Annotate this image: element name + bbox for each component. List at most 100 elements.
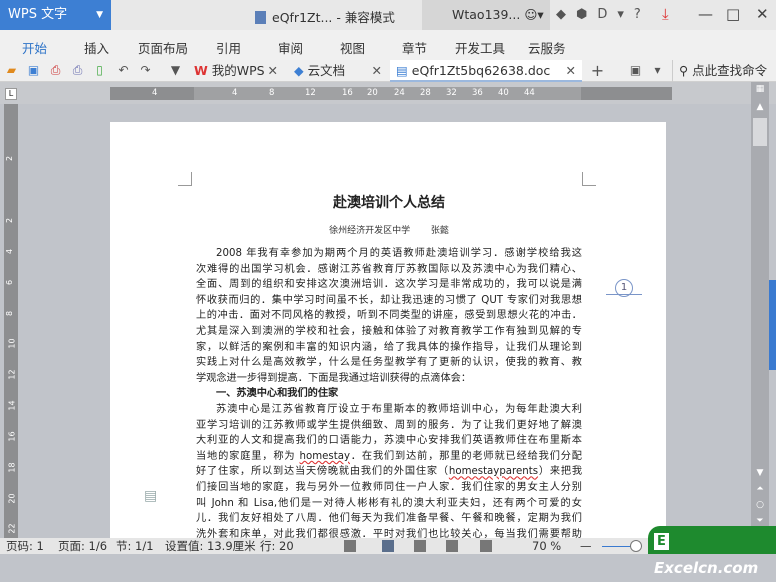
ruler-tick: 32 bbox=[446, 88, 457, 98]
cube-icon: ◆ bbox=[294, 63, 304, 78]
help-icon[interactable]: ? bbox=[634, 7, 651, 22]
zoom-slider-handle[interactable] bbox=[630, 540, 642, 552]
tab-list-icon[interactable]: ▾ bbox=[650, 63, 665, 78]
ruler-tick: 22 bbox=[7, 523, 17, 534]
app-name: WPS 文字 bbox=[8, 7, 68, 22]
zoom-level[interactable]: 70 % bbox=[532, 538, 561, 554]
tab-my-wps[interactable]: W 我的WPS ✕ bbox=[188, 60, 284, 82]
ruler-tick: 36 bbox=[472, 88, 483, 98]
menu-cloud[interactable]: 云服务 bbox=[528, 38, 566, 57]
scroll-up-icon[interactable]: ▲ bbox=[751, 102, 769, 112]
save-icon[interactable]: ▣ bbox=[26, 63, 41, 78]
chevron-down-icon: ▼ bbox=[96, 10, 103, 20]
download-icon[interactable]: ⤓ bbox=[662, 5, 669, 23]
select-browse-icon[interactable]: ○ bbox=[751, 500, 769, 510]
page-view-icon[interactable] bbox=[382, 540, 394, 552]
ribbon-menu: 开始 插入 页面布局 引用 审阅 视图 章节 开发工具 云服务 bbox=[0, 30, 776, 60]
settings-icon[interactable]: ⬢ bbox=[576, 7, 597, 22]
user-name: Wtao139... bbox=[452, 7, 521, 22]
feedback-icon[interactable]: D▾ bbox=[597, 7, 634, 22]
undo-icon[interactable]: ↶ bbox=[116, 63, 131, 78]
menu-review[interactable]: 审阅 bbox=[278, 38, 303, 57]
menu-page-layout[interactable]: 页面布局 bbox=[138, 38, 188, 57]
text-line: 家，以鲜活的案例和丰富的知识内涵，给了我具体的操作指导，让我们从理论到 bbox=[196, 341, 582, 353]
outline-view-icon[interactable] bbox=[414, 540, 426, 552]
ruler-tick: 40 bbox=[498, 88, 509, 98]
zoom-out-icon[interactable]: — bbox=[580, 538, 592, 554]
tab-label: eQfr1Zt5bq62638.doc bbox=[411, 63, 551, 78]
corner-mark bbox=[582, 172, 596, 186]
export-pdf-icon[interactable]: ⎙ bbox=[48, 63, 63, 78]
vertical-ruler[interactable]: 2 2 4 6 8 10 12 14 16 18 20 22 bbox=[4, 104, 18, 538]
prev-page-icon[interactable]: ⏶ bbox=[751, 484, 769, 494]
close-button[interactable]: ✕ bbox=[756, 5, 769, 23]
status-row: 行: 20 bbox=[260, 539, 294, 553]
ruler-tick: 44 bbox=[524, 88, 535, 98]
eye-protect-icon[interactable] bbox=[480, 540, 492, 552]
redo-icon[interactable]: ↷ bbox=[138, 63, 153, 78]
print-icon[interactable]: ⎙ bbox=[70, 63, 85, 78]
text-line: 怀收获而归的．集中学习时间虽不长，却让我迅速的习惯了 QUT 专家们对我思想 bbox=[196, 294, 582, 306]
title-bar: WPS 文字 ▼ eQfr1Zt... - 兼容模式 Wtao139... ☺▾ … bbox=[0, 0, 776, 30]
close-tab-icon[interactable]: ✕ bbox=[372, 60, 382, 82]
tab-stop-selector[interactable]: L bbox=[5, 88, 17, 100]
skin-icon[interactable]: ◆ bbox=[556, 7, 576, 22]
close-tab-icon[interactable]: ✕ bbox=[268, 60, 278, 82]
menu-home[interactable]: 开始 bbox=[22, 38, 47, 57]
document-page[interactable]: 赴澳培训个人总结 徐州经济开发区中学 张懿 2008 年我有幸参加为期两个月的英… bbox=[110, 122, 666, 555]
present-icon[interactable]: ▣ bbox=[628, 63, 643, 78]
document-title: 赴澳培训个人总结 bbox=[333, 195, 445, 211]
tab-label: 我的WPS bbox=[211, 63, 265, 78]
comment-marker[interactable]: 1 bbox=[615, 279, 633, 297]
watermark-letter: E bbox=[654, 533, 669, 550]
fullscreen-icon[interactable] bbox=[344, 540, 356, 552]
side-panel-toggle[interactable] bbox=[769, 280, 776, 370]
wps-app-menu-button[interactable]: WPS 文字 ▼ bbox=[0, 0, 111, 30]
ruler-tick: 6 bbox=[5, 279, 15, 286]
search-label: 点此查找命令 bbox=[692, 63, 768, 78]
scroll-down-icon[interactable]: ▼ bbox=[751, 468, 769, 478]
menu-view[interactable]: 视图 bbox=[340, 38, 365, 57]
open-icon[interactable]: ▰ bbox=[4, 63, 19, 78]
text-line: 好了住家，所以到达当天傍晚就由我们的外国住家（homestayparents）来… bbox=[196, 466, 583, 478]
print-preview-icon[interactable]: ▯ bbox=[92, 63, 107, 78]
command-search[interactable]: ⚲ 点此查找命令 bbox=[672, 60, 767, 82]
web-view-icon[interactable] bbox=[446, 540, 458, 552]
tab-label: 云文档 bbox=[307, 63, 346, 78]
next-page-icon[interactable]: ⏷ bbox=[751, 516, 769, 526]
horizontal-ruler[interactable]: 4 4 8 12 16 20 24 28 32 36 40 44 bbox=[110, 87, 672, 100]
text-line: 儿．我们友好相处了八周．他们每天为我们准备早餐、午餐和晚餐，定期为我们 bbox=[196, 513, 582, 525]
status-page-number: 页码: 1 bbox=[6, 539, 44, 553]
user-account[interactable]: Wtao139... ☺▾ bbox=[422, 0, 550, 30]
view-toggle-icon[interactable]: ▦ bbox=[751, 84, 769, 94]
tab-document[interactable]: ▤ eQfr1Zt5bq62638.doc ✕ bbox=[390, 60, 582, 82]
ruler-tick: 10 bbox=[7, 338, 17, 349]
ruler-tick: 20 bbox=[367, 88, 378, 98]
menu-insert[interactable]: 插入 bbox=[84, 38, 109, 57]
vertical-scrollbar[interactable]: ▦ ▲ ▼ ⏶ ○ ⏷ bbox=[751, 82, 769, 538]
paste-options-icon[interactable]: ▤ bbox=[144, 488, 157, 504]
text-line: 全面、周到的组织和安排这次澳洲培训．这次学习是非常成功的，我可以说是满 bbox=[196, 279, 582, 291]
text-line: 亚学习培训的江苏教师或学生提供细致、周到的服务．为了让我们更好地了解澳 bbox=[196, 419, 582, 431]
status-pages: 页面: 1/6 bbox=[58, 539, 108, 553]
text-line: 大利亚的人文和提高我们的口语能力，苏澳中心安排我们英语教师住在布里斯本 bbox=[196, 435, 582, 447]
menu-developer[interactable]: 开发工具 bbox=[455, 38, 505, 57]
ruler-tick: 4 bbox=[232, 88, 238, 98]
close-tab-icon[interactable]: ✕ bbox=[566, 60, 576, 82]
maximize-button[interactable]: □ bbox=[726, 5, 740, 23]
ruler-tick: 4 bbox=[5, 248, 15, 255]
minimize-button[interactable]: — bbox=[698, 5, 713, 23]
ruler-tick: 8 bbox=[5, 310, 15, 317]
document-icon bbox=[255, 11, 266, 24]
wps-logo-icon: W bbox=[194, 63, 208, 78]
tab-cloud-docs[interactable]: ◆ 云文档 ✕ bbox=[288, 60, 388, 82]
text-line: 尤其是深入到澳洲的学校和社会，接触和体验了对教育教学工作有独到见解的专 bbox=[196, 326, 582, 337]
more-dropdown-icon[interactable]: ▼ bbox=[168, 63, 183, 78]
ruler-tick: 16 bbox=[342, 88, 353, 98]
menu-references[interactable]: 引用 bbox=[216, 38, 241, 57]
watermark-logo: E Excelcn.com bbox=[648, 526, 776, 577]
menu-chapter[interactable]: 章节 bbox=[402, 38, 427, 57]
new-tab-icon[interactable]: + bbox=[590, 63, 605, 79]
scroll-thumb[interactable] bbox=[753, 118, 767, 146]
ruler-tick: 8 bbox=[269, 88, 275, 98]
